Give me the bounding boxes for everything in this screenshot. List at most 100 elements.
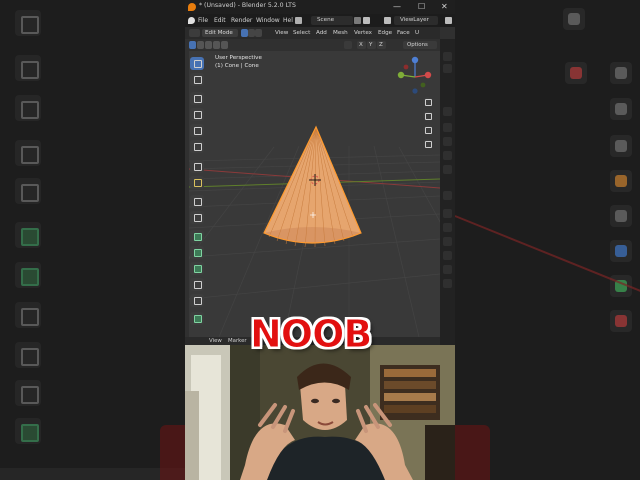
rotate-tool-icon[interactable] bbox=[190, 108, 204, 121]
scene-copy-icon[interactable] bbox=[363, 17, 370, 24]
mirror-y-toggle[interactable]: Y bbox=[367, 41, 376, 49]
close-button[interactable]: ✕ bbox=[441, 1, 448, 13]
view-layer-field[interactable]: ViewLayer bbox=[394, 16, 438, 25]
bg-select-icon bbox=[15, 10, 41, 36]
bg-knife-icon bbox=[15, 342, 41, 368]
cursor-tool-icon[interactable] bbox=[190, 73, 204, 86]
mirror-axis-icon[interactable] bbox=[344, 41, 352, 49]
bevel-tool-icon[interactable] bbox=[190, 246, 204, 259]
3d-viewport[interactable]: User Perspective (1) Cone | Cone bbox=[189, 51, 440, 337]
menu-select[interactable]: Select bbox=[293, 29, 310, 37]
add-cube-tool-icon[interactable] bbox=[190, 195, 204, 208]
bg-modifier-icon bbox=[610, 205, 632, 227]
constraints-properties-icon[interactable] bbox=[443, 251, 452, 260]
pan-view-icon[interactable] bbox=[423, 111, 432, 120]
reaction-scene-image bbox=[185, 345, 455, 480]
select-invert-icon[interactable] bbox=[213, 41, 220, 49]
zoom-view-icon[interactable] bbox=[423, 97, 432, 106]
knife-tool-icon[interactable] bbox=[190, 278, 204, 291]
mode-selector[interactable]: Edit Mode bbox=[202, 29, 238, 37]
maximize-button[interactable]: ☐ bbox=[418, 1, 425, 13]
minimize-button[interactable]: — bbox=[393, 1, 401, 13]
window-title: * (Unsaved) - Blender 5.2.0 LTS bbox=[199, 2, 296, 9]
options-dropdown[interactable]: Options bbox=[403, 41, 437, 49]
edge-select-icon[interactable] bbox=[248, 29, 255, 37]
vertex-select-icon[interactable] bbox=[241, 29, 248, 37]
loopcut-tool-icon[interactable] bbox=[190, 262, 204, 275]
video-frame: * (Unsaved) - Blender 5.2.0 LTS — ☐ ✕ Fi… bbox=[0, 0, 640, 480]
timeline-marker-menu[interactable]: Marker bbox=[228, 338, 247, 344]
select-intersect-icon[interactable] bbox=[221, 41, 228, 49]
view-layer-properties-icon[interactable] bbox=[443, 123, 452, 132]
transform-tool-icon[interactable] bbox=[190, 140, 204, 153]
scale-tool-icon[interactable] bbox=[190, 124, 204, 137]
object-properties-icon[interactable] bbox=[443, 191, 452, 200]
face-select-icon[interactable] bbox=[255, 29, 262, 37]
scene-new-icon[interactable] bbox=[354, 17, 361, 24]
menu-window[interactable]: Window bbox=[256, 17, 280, 24]
menu-file[interactable]: File bbox=[198, 17, 208, 24]
annotate-tool-icon[interactable] bbox=[190, 160, 204, 173]
move-tool-icon[interactable] bbox=[190, 92, 204, 105]
menu-edit[interactable]: Edit bbox=[214, 17, 226, 24]
scene-properties-icon[interactable] bbox=[443, 137, 452, 146]
noob-caption: NOOB bbox=[249, 312, 372, 357]
menu-view[interactable]: View bbox=[275, 29, 288, 37]
polybuild-tool-icon[interactable] bbox=[190, 294, 204, 307]
viewport-subheader: X Y Z Options bbox=[185, 39, 440, 51]
modifier-properties-icon[interactable] bbox=[443, 209, 452, 218]
bg-material-icon bbox=[610, 310, 632, 332]
world-properties-icon[interactable] bbox=[443, 151, 452, 160]
viewport-header: Edit Mode View Select Add Mesh Vertex Ed… bbox=[185, 27, 440, 39]
material-properties-icon[interactable] bbox=[443, 279, 452, 288]
menu-face[interactable]: Face bbox=[397, 29, 410, 37]
blender-logo-icon bbox=[188, 3, 196, 11]
menu-uv[interactable]: U bbox=[415, 29, 419, 37]
tool-properties-icon[interactable] bbox=[443, 52, 452, 61]
menu-vertex[interactable]: Vertex bbox=[354, 29, 372, 37]
reaction-video-clip bbox=[185, 345, 455, 480]
viewport-floor-grid bbox=[189, 56, 440, 337]
mirror-x-toggle[interactable]: X bbox=[357, 41, 366, 49]
view-layer-icon[interactable] bbox=[384, 17, 391, 24]
select-box-icon[interactable] bbox=[189, 41, 196, 49]
blender-window: * (Unsaved) - Blender 5.2.0 LTS — ☐ ✕ Fi… bbox=[185, 0, 455, 345]
blender-menu-icon[interactable] bbox=[188, 17, 195, 24]
bg-tool-icon bbox=[610, 98, 632, 120]
scene-field[interactable]: Scene bbox=[311, 16, 353, 25]
select-subtract-icon[interactable] bbox=[205, 41, 212, 49]
bg-bevel-icon bbox=[15, 262, 41, 288]
view-layer-copy-icon[interactable] bbox=[445, 17, 452, 24]
bg-gizmo-x-icon bbox=[565, 62, 587, 84]
spin-tool-icon[interactable] bbox=[190, 312, 204, 325]
menu-help[interactable]: Hel bbox=[283, 17, 293, 24]
bg-measure-icon bbox=[15, 95, 41, 121]
ortho-toggle-icon[interactable] bbox=[423, 139, 432, 148]
timeline-view-menu[interactable]: View bbox=[209, 338, 222, 344]
select-tool-icon[interactable] bbox=[190, 57, 204, 70]
particles-properties-icon[interactable] bbox=[443, 223, 452, 232]
bg-grid-icon bbox=[563, 8, 585, 30]
camera-view-icon[interactable] bbox=[423, 125, 432, 134]
select-extend-icon[interactable] bbox=[197, 41, 204, 49]
render-properties-icon[interactable] bbox=[443, 64, 452, 73]
gizmo-x-icon bbox=[424, 71, 432, 79]
physics-properties-icon[interactable] bbox=[443, 237, 452, 246]
inset-tool-icon[interactable] bbox=[190, 230, 204, 243]
menu-add[interactable]: Add bbox=[316, 29, 327, 37]
menu-edge[interactable]: Edge bbox=[378, 29, 392, 37]
editor-type-icon[interactable] bbox=[189, 29, 200, 37]
mirror-z-toggle[interactable]: Z bbox=[377, 41, 386, 49]
gizmo-neg-z-icon bbox=[412, 88, 418, 94]
scene-selector-icon[interactable] bbox=[295, 17, 302, 24]
navigation-gizmo bbox=[397, 56, 432, 94]
collection-properties-icon[interactable] bbox=[443, 165, 452, 174]
bg-loopcut-icon bbox=[15, 302, 41, 328]
output-properties-icon[interactable] bbox=[443, 107, 452, 116]
menu-mesh[interactable]: Mesh bbox=[333, 29, 348, 37]
extrude-tool-icon[interactable] bbox=[190, 211, 204, 224]
measure-tool-icon[interactable] bbox=[190, 176, 204, 189]
data-properties-icon[interactable] bbox=[443, 265, 452, 274]
viewport-object-label: (1) Cone | Cone bbox=[215, 63, 259, 69]
menu-render[interactable]: Render bbox=[231, 17, 252, 24]
